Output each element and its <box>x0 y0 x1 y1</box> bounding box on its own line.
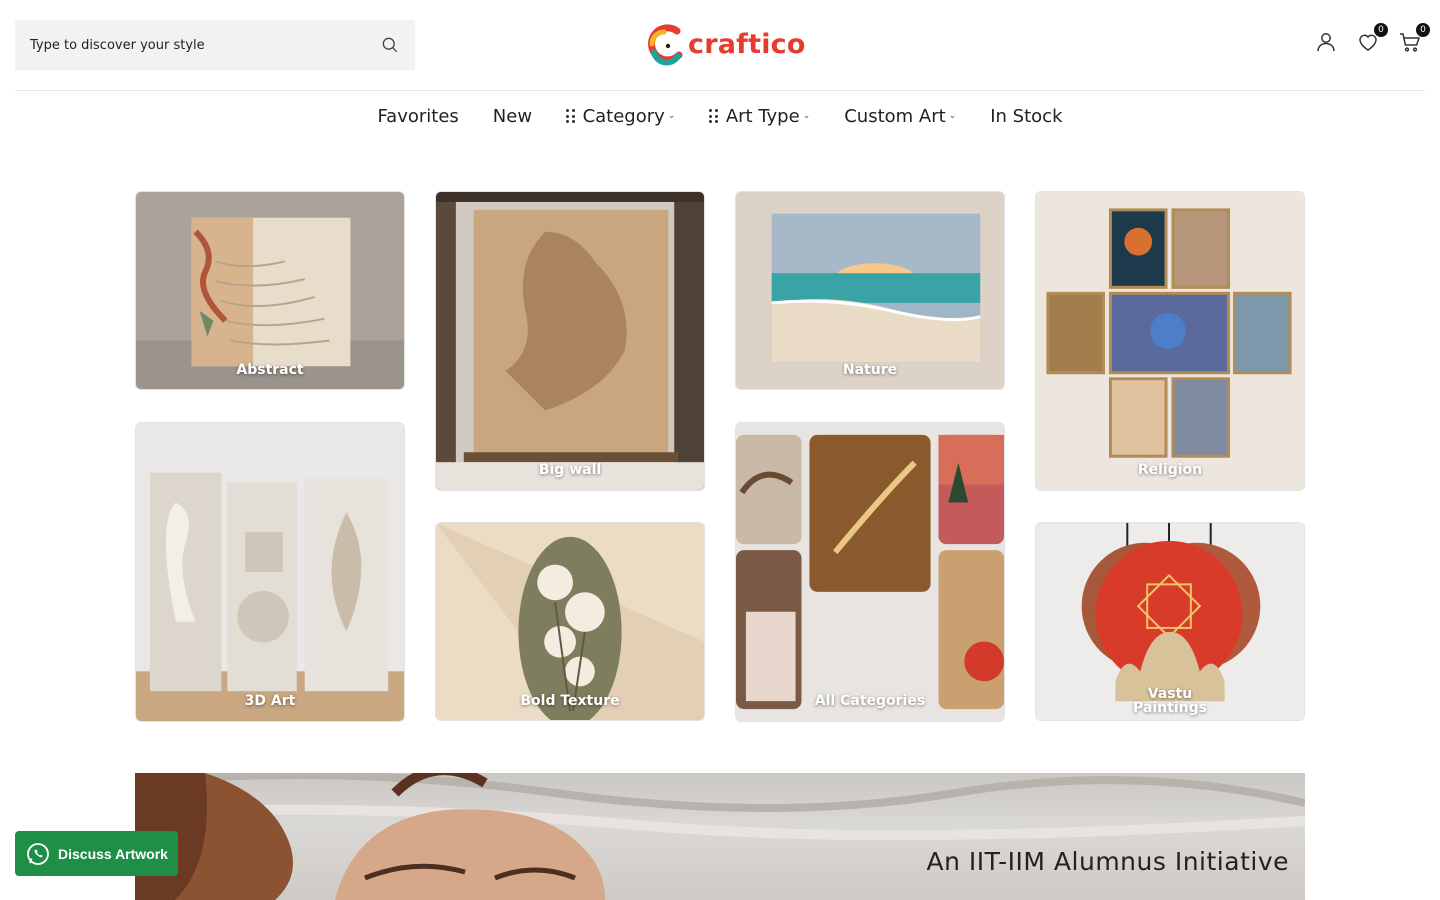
main-nav: Favorites New Category ⌄ Art Type ⌄ Cust… <box>0 100 1440 132</box>
nature-art-image <box>736 192 1004 389</box>
hero-banner[interactable]: An IIT-IIM Alumnus Initiative <box>135 773 1305 900</box>
category-tile-all-categories[interactable]: All Categories <box>735 422 1005 722</box>
grid-dots-icon <box>566 109 575 123</box>
3d-art-image <box>136 423 404 721</box>
nav-custom-art-label: Custom Art <box>844 105 946 127</box>
nav-in-stock-label: In Stock <box>990 105 1063 127</box>
abstract-art-image <box>136 192 404 389</box>
chevron-down-icon: ⌄ <box>802 111 811 121</box>
banner-tagline: An IIT-IIM Alumnus Initiative <box>926 847 1289 876</box>
discuss-artwork-label: Discuss Artwork <box>58 845 168 862</box>
tile-label: Abstract <box>236 362 304 378</box>
category-tile-bold-texture[interactable]: Bold Texture <box>435 522 705 721</box>
search-input[interactable] <box>30 37 380 53</box>
category-tile-religion[interactable]: Religion <box>1035 191 1305 491</box>
nav-category[interactable]: Category ⌄ <box>566 100 675 132</box>
bold-texture-art-image <box>436 523 704 720</box>
tile-label: Religion <box>1137 462 1203 478</box>
nav-in-stock[interactable]: In Stock <box>990 100 1062 132</box>
category-tile-abstract[interactable]: Abstract <box>135 191 405 390</box>
tile-label: Nature <box>842 362 898 378</box>
grid-dots-icon <box>709 109 718 123</box>
nav-art-type[interactable]: Art Type ⌄ <box>709 100 810 132</box>
category-tile-big-wall[interactable]: Big wall <box>435 191 705 491</box>
nav-category-label: Category <box>582 105 665 127</box>
category-tile-nature[interactable]: Nature <box>735 191 1005 390</box>
search-icon[interactable] <box>380 35 400 55</box>
all-categories-collage-image <box>736 423 1004 721</box>
header-divider <box>15 90 1425 91</box>
tile-label-line: Vastu <box>1147 686 1193 702</box>
search-bar[interactable] <box>15 20 415 70</box>
nav-custom-art[interactable]: Custom Art ⌄ <box>844 100 956 132</box>
logo-icon <box>648 24 683 66</box>
logo-text: craftico <box>688 28 806 60</box>
category-tile-3d-art[interactable]: 3D Art <box>135 422 405 722</box>
cart-icon[interactable]: 0 <box>1398 23 1430 54</box>
nav-favorites-label: Favorites <box>377 105 459 127</box>
wishlist-count-badge: 0 <box>1374 23 1388 37</box>
account-icon[interactable] <box>1314 30 1338 54</box>
nav-new-label: New <box>492 105 533 127</box>
tile-label: Vastu Paintings <box>1036 687 1304 715</box>
category-tile-vastu-paintings[interactable]: Vastu Paintings <box>1035 522 1305 721</box>
tile-label: Big wall <box>538 462 602 478</box>
cart-count-badge: 0 <box>1416 23 1430 37</box>
hero-portrait-image <box>135 773 1305 900</box>
religion-art-image <box>1036 192 1304 490</box>
big-wall-art-image <box>436 192 704 490</box>
tile-label-line: Paintings <box>1133 700 1207 716</box>
whatsapp-icon <box>27 842 49 865</box>
nav-new[interactable]: New <box>493 100 532 132</box>
logo[interactable]: craftico <box>644 20 806 68</box>
tile-label: 3D Art <box>244 693 296 709</box>
tile-label: Bold Texture <box>520 693 620 709</box>
discuss-artwork-button[interactable]: Discuss Artwork <box>15 831 178 876</box>
nav-favorites[interactable]: Favorites <box>377 100 458 132</box>
tile-label: All Categories <box>814 693 926 709</box>
chevron-down-icon: ⌄ <box>948 111 957 121</box>
wishlist-icon[interactable]: 0 <box>1356 23 1388 54</box>
chevron-down-icon: ⌄ <box>667 111 676 121</box>
nav-art-type-label: Art Type <box>725 105 800 127</box>
